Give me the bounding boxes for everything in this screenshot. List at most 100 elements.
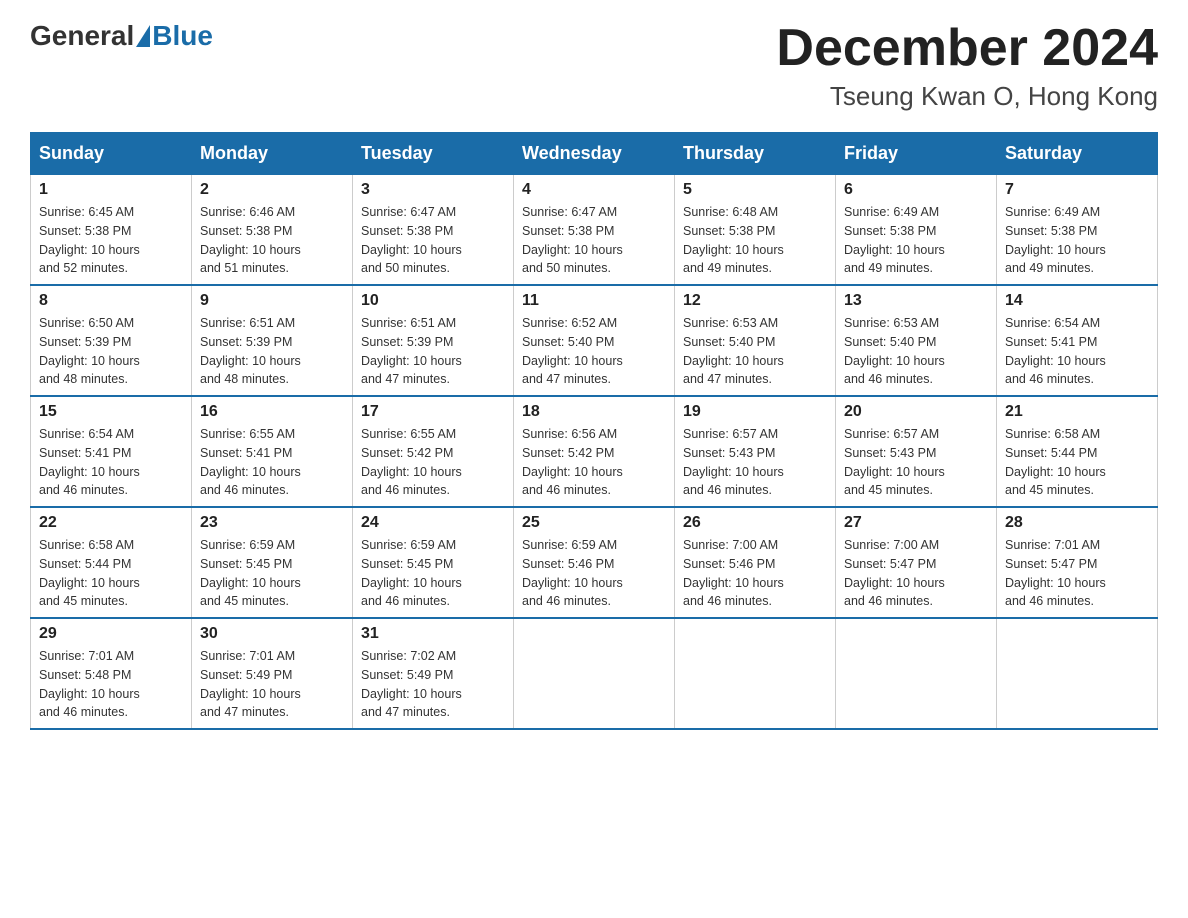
calendar-day-cell: 9 Sunrise: 6:51 AM Sunset: 5:39 PM Dayli… xyxy=(192,285,353,396)
calendar-day-cell: 20 Sunrise: 6:57 AM Sunset: 5:43 PM Dayl… xyxy=(836,396,997,507)
day-number: 20 xyxy=(844,403,988,421)
day-number: 18 xyxy=(522,403,666,421)
day-number: 14 xyxy=(1005,292,1149,310)
calendar-week-row: 29 Sunrise: 7:01 AM Sunset: 5:48 PM Dayl… xyxy=(31,618,1158,729)
calendar-week-row: 1 Sunrise: 6:45 AM Sunset: 5:38 PM Dayli… xyxy=(31,175,1158,286)
day-info: Sunrise: 6:54 AM Sunset: 5:41 PM Dayligh… xyxy=(39,425,183,500)
day-info: Sunrise: 6:53 AM Sunset: 5:40 PM Dayligh… xyxy=(683,314,827,389)
calendar-day-cell: 22 Sunrise: 6:58 AM Sunset: 5:44 PM Dayl… xyxy=(31,507,192,618)
day-info: Sunrise: 7:00 AM Sunset: 5:47 PM Dayligh… xyxy=(844,536,988,611)
day-info: Sunrise: 7:01 AM Sunset: 5:49 PM Dayligh… xyxy=(200,647,344,722)
calendar-day-cell: 3 Sunrise: 6:47 AM Sunset: 5:38 PM Dayli… xyxy=(353,175,514,286)
calendar-day-cell: 29 Sunrise: 7:01 AM Sunset: 5:48 PM Dayl… xyxy=(31,618,192,729)
day-number: 9 xyxy=(200,292,344,310)
day-info: Sunrise: 6:50 AM Sunset: 5:39 PM Dayligh… xyxy=(39,314,183,389)
calendar-day-cell xyxy=(675,618,836,729)
day-number: 15 xyxy=(39,403,183,421)
day-number: 16 xyxy=(200,403,344,421)
day-info: Sunrise: 6:57 AM Sunset: 5:43 PM Dayligh… xyxy=(683,425,827,500)
logo: General Blue xyxy=(30,20,213,52)
day-number: 19 xyxy=(683,403,827,421)
day-number: 10 xyxy=(361,292,505,310)
calendar-week-row: 22 Sunrise: 6:58 AM Sunset: 5:44 PM Dayl… xyxy=(31,507,1158,618)
calendar-day-cell: 31 Sunrise: 7:02 AM Sunset: 5:49 PM Dayl… xyxy=(353,618,514,729)
calendar-day-cell: 12 Sunrise: 6:53 AM Sunset: 5:40 PM Dayl… xyxy=(675,285,836,396)
day-info: Sunrise: 6:54 AM Sunset: 5:41 PM Dayligh… xyxy=(1005,314,1149,389)
logo-general-text: General xyxy=(30,20,134,52)
calendar-day-cell: 10 Sunrise: 6:51 AM Sunset: 5:39 PM Dayl… xyxy=(353,285,514,396)
day-info: Sunrise: 6:52 AM Sunset: 5:40 PM Dayligh… xyxy=(522,314,666,389)
day-info: Sunrise: 6:53 AM Sunset: 5:40 PM Dayligh… xyxy=(844,314,988,389)
calendar-week-row: 8 Sunrise: 6:50 AM Sunset: 5:39 PM Dayli… xyxy=(31,285,1158,396)
day-number: 2 xyxy=(200,181,344,199)
calendar-day-cell: 30 Sunrise: 7:01 AM Sunset: 5:49 PM Dayl… xyxy=(192,618,353,729)
title-block: December 2024 Tseung Kwan O, Hong Kong xyxy=(776,20,1158,112)
calendar-day-cell: 26 Sunrise: 7:00 AM Sunset: 5:46 PM Dayl… xyxy=(675,507,836,618)
day-number: 22 xyxy=(39,514,183,532)
weekday-header-friday: Friday xyxy=(836,133,997,175)
day-number: 27 xyxy=(844,514,988,532)
day-info: Sunrise: 6:58 AM Sunset: 5:44 PM Dayligh… xyxy=(1005,425,1149,500)
weekday-header-wednesday: Wednesday xyxy=(514,133,675,175)
calendar-day-cell: 13 Sunrise: 6:53 AM Sunset: 5:40 PM Dayl… xyxy=(836,285,997,396)
location-title: Tseung Kwan O, Hong Kong xyxy=(776,81,1158,112)
day-number: 29 xyxy=(39,625,183,643)
day-info: Sunrise: 6:55 AM Sunset: 5:41 PM Dayligh… xyxy=(200,425,344,500)
day-info: Sunrise: 6:55 AM Sunset: 5:42 PM Dayligh… xyxy=(361,425,505,500)
calendar-day-cell: 7 Sunrise: 6:49 AM Sunset: 5:38 PM Dayli… xyxy=(997,175,1158,286)
calendar-week-row: 15 Sunrise: 6:54 AM Sunset: 5:41 PM Dayl… xyxy=(31,396,1158,507)
calendar-table: SundayMondayTuesdayWednesdayThursdayFrid… xyxy=(30,132,1158,730)
day-number: 3 xyxy=(361,181,505,199)
calendar-day-cell: 5 Sunrise: 6:48 AM Sunset: 5:38 PM Dayli… xyxy=(675,175,836,286)
day-info: Sunrise: 6:51 AM Sunset: 5:39 PM Dayligh… xyxy=(200,314,344,389)
weekday-header-saturday: Saturday xyxy=(997,133,1158,175)
day-info: Sunrise: 6:56 AM Sunset: 5:42 PM Dayligh… xyxy=(522,425,666,500)
day-number: 8 xyxy=(39,292,183,310)
calendar-day-cell: 8 Sunrise: 6:50 AM Sunset: 5:39 PM Dayli… xyxy=(31,285,192,396)
calendar-day-cell: 27 Sunrise: 7:00 AM Sunset: 5:47 PM Dayl… xyxy=(836,507,997,618)
calendar-day-cell xyxy=(997,618,1158,729)
day-number: 4 xyxy=(522,181,666,199)
day-info: Sunrise: 7:02 AM Sunset: 5:49 PM Dayligh… xyxy=(361,647,505,722)
day-info: Sunrise: 6:49 AM Sunset: 5:38 PM Dayligh… xyxy=(1005,203,1149,278)
calendar-day-cell xyxy=(836,618,997,729)
calendar-day-cell: 25 Sunrise: 6:59 AM Sunset: 5:46 PM Dayl… xyxy=(514,507,675,618)
day-info: Sunrise: 6:59 AM Sunset: 5:45 PM Dayligh… xyxy=(200,536,344,611)
day-number: 24 xyxy=(361,514,505,532)
day-info: Sunrise: 6:58 AM Sunset: 5:44 PM Dayligh… xyxy=(39,536,183,611)
logo-blue-text: Blue xyxy=(152,20,213,52)
day-info: Sunrise: 6:45 AM Sunset: 5:38 PM Dayligh… xyxy=(39,203,183,278)
day-number: 12 xyxy=(683,292,827,310)
calendar-day-cell: 4 Sunrise: 6:47 AM Sunset: 5:38 PM Dayli… xyxy=(514,175,675,286)
day-number: 21 xyxy=(1005,403,1149,421)
page-header: General Blue December 2024 Tseung Kwan O… xyxy=(30,20,1158,112)
weekday-header-monday: Monday xyxy=(192,133,353,175)
day-info: Sunrise: 7:01 AM Sunset: 5:48 PM Dayligh… xyxy=(39,647,183,722)
day-number: 26 xyxy=(683,514,827,532)
weekday-header-thursday: Thursday xyxy=(675,133,836,175)
calendar-day-cell: 23 Sunrise: 6:59 AM Sunset: 5:45 PM Dayl… xyxy=(192,507,353,618)
logo-triangle-icon xyxy=(136,25,150,47)
calendar-day-cell: 1 Sunrise: 6:45 AM Sunset: 5:38 PM Dayli… xyxy=(31,175,192,286)
day-info: Sunrise: 6:59 AM Sunset: 5:46 PM Dayligh… xyxy=(522,536,666,611)
calendar-day-cell: 21 Sunrise: 6:58 AM Sunset: 5:44 PM Dayl… xyxy=(997,396,1158,507)
calendar-day-cell: 11 Sunrise: 6:52 AM Sunset: 5:40 PM Dayl… xyxy=(514,285,675,396)
calendar-day-cell: 28 Sunrise: 7:01 AM Sunset: 5:47 PM Dayl… xyxy=(997,507,1158,618)
day-number: 1 xyxy=(39,181,183,199)
calendar-day-cell: 17 Sunrise: 6:55 AM Sunset: 5:42 PM Dayl… xyxy=(353,396,514,507)
day-info: Sunrise: 6:51 AM Sunset: 5:39 PM Dayligh… xyxy=(361,314,505,389)
day-info: Sunrise: 7:00 AM Sunset: 5:46 PM Dayligh… xyxy=(683,536,827,611)
calendar-day-cell: 19 Sunrise: 6:57 AM Sunset: 5:43 PM Dayl… xyxy=(675,396,836,507)
weekday-header-tuesday: Tuesday xyxy=(353,133,514,175)
day-number: 23 xyxy=(200,514,344,532)
calendar-day-cell: 2 Sunrise: 6:46 AM Sunset: 5:38 PM Dayli… xyxy=(192,175,353,286)
calendar-day-cell: 6 Sunrise: 6:49 AM Sunset: 5:38 PM Dayli… xyxy=(836,175,997,286)
day-number: 30 xyxy=(200,625,344,643)
calendar-day-cell: 15 Sunrise: 6:54 AM Sunset: 5:41 PM Dayl… xyxy=(31,396,192,507)
day-number: 13 xyxy=(844,292,988,310)
day-number: 6 xyxy=(844,181,988,199)
weekday-header-sunday: Sunday xyxy=(31,133,192,175)
day-number: 17 xyxy=(361,403,505,421)
day-number: 11 xyxy=(522,292,666,310)
day-info: Sunrise: 6:57 AM Sunset: 5:43 PM Dayligh… xyxy=(844,425,988,500)
